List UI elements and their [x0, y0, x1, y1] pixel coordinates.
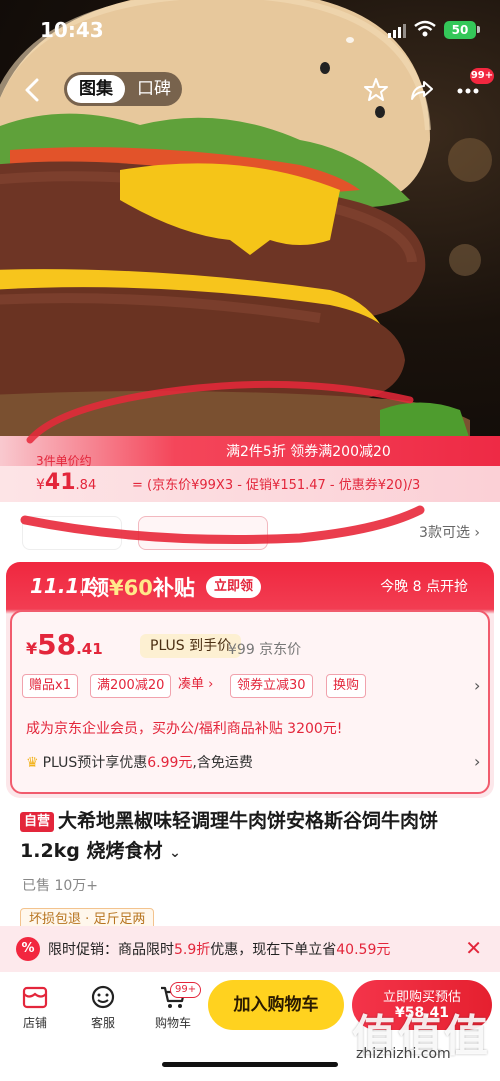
status-bar: 10:43 50 [0, 0, 500, 56]
subsidy-card: 11.11 领¥60补贴 立即领 今晚 8 点开抢 ¥58.41 PLUS 到手… [6, 562, 494, 798]
promo-tag-gift[interactable]: 赠品x1 [22, 674, 78, 698]
top-nav: 图集 口碑 [0, 70, 500, 110]
share-icon[interactable] [408, 76, 436, 104]
more-variants-link[interactable]: 3款可选 › [419, 522, 480, 542]
home-indicator[interactable] [162, 1062, 338, 1067]
limited-promo-bar[interactable]: % 限时促销：商品限时5.9折优惠，现在下单立省40.59元 ✕ [0, 926, 500, 972]
wifi-icon [414, 20, 436, 37]
close-icon[interactable]: ✕ [465, 936, 482, 960]
jd-list-price: ¥99 京东价 [228, 642, 302, 658]
chevron-down-icon: ⌄ [169, 845, 181, 861]
crown-icon: ♛ [26, 755, 39, 771]
product-image-gallery[interactable] [0, 0, 500, 440]
variant-selector-row[interactable]: 3款可选 › [0, 504, 500, 560]
subsidy-header[interactable]: 11.11 领¥60补贴 立即领 今晚 8 点开抢 [6, 562, 494, 610]
gallery-review-switch: 图集 口碑 [64, 72, 182, 106]
limited-promo-text: 限时促销：商品限时5.9折优惠，现在下单立省40.59元 [48, 942, 391, 958]
customer-service-icon [91, 985, 115, 1009]
unit-price-label: 3件单价约 [36, 454, 92, 468]
promo-strip-text: 满2件5折 领券满200减20 [226, 444, 391, 460]
star-favorite-icon[interactable] [362, 76, 390, 104]
shop-icon [22, 986, 48, 1009]
enterprise-member-text[interactable]: 成为京东企业会员，买办公/福利商品补贴 3200元! [26, 718, 342, 738]
sale-start-time: 今晚 8 点开抢 [380, 579, 468, 595]
watermark-url: zhizhizhi.com [356, 1046, 451, 1062]
battery-tip [477, 26, 480, 33]
back-arrow-icon[interactable] [20, 76, 46, 104]
claim-now-button[interactable]: 立即领 [206, 576, 262, 598]
multi-buy-price-band[interactable]: 满2件5折 领券满200减20 3件单价约 ¥41.84 = (京东价¥99X3… [0, 436, 500, 502]
tab-reviews[interactable]: 口碑 [130, 75, 178, 103]
variant-option-selected[interactable] [138, 516, 268, 550]
price-detail-box: ¥58.41 PLUS 到手价 ¥99 京东价 赠品x1 满200减20 凑单 … [10, 610, 490, 794]
burger-photo [0, 0, 492, 440]
product-title: 自营 大希地黑椒味轻调理牛肉饼安格斯谷饲牛肉饼1.2kg 烧烤食材 ⌄ [20, 810, 439, 862]
cellular-signal-icon [388, 24, 406, 38]
subsidy-title: 领¥60补贴 [88, 576, 195, 600]
cart-count-badge: 99+ [170, 982, 202, 998]
plus-final-price: ¥58.41 [26, 628, 103, 661]
tab-gallery[interactable]: 图集 [67, 75, 125, 103]
customer-service-button[interactable]: 客服 [78, 984, 128, 1031]
plus-estimate-line[interactable]: ♛ PLUS预计享优惠6.99元,含免运费 [26, 752, 253, 772]
promo-tag-addon[interactable]: 凑单 › [172, 674, 219, 698]
promo-tags-row[interactable]: 赠品x1 满200减20 凑单 › 领券立减30 换购 [22, 674, 462, 700]
add-to-cart-button[interactable]: 加入购物车 [208, 980, 344, 1030]
promo-tag-exchange[interactable]: 换购 [326, 674, 367, 698]
plus-chevron-icon[interactable]: › [474, 752, 480, 771]
promo-tag-instant-off[interactable]: 领券立减30 [230, 674, 313, 698]
variant-option[interactable] [22, 516, 122, 550]
tags-chevron-icon[interactable]: › [474, 676, 480, 695]
message-count-badge: 99+ [470, 68, 494, 84]
shop-button[interactable]: 店铺 [10, 984, 60, 1031]
plus-price-tag: PLUS 到手价 [140, 634, 242, 658]
price-formula: = (京东价¥99X3 - 促销¥151.47 - 优惠券¥20)/3 [132, 478, 421, 493]
double-eleven-logo: 11.11 [30, 574, 94, 598]
unit-price: ¥41.84 [36, 470, 97, 495]
sold-count: 已售 10万+ [22, 878, 98, 894]
battery-icon: 50 [444, 21, 476, 39]
discount-percent-icon: % [16, 937, 40, 961]
status-time: 10:43 [40, 18, 104, 42]
promo-tag-coupon[interactable]: 满200减20 [90, 674, 172, 698]
self-operated-badge: 自营 [20, 812, 55, 832]
header-divider [82, 578, 83, 596]
